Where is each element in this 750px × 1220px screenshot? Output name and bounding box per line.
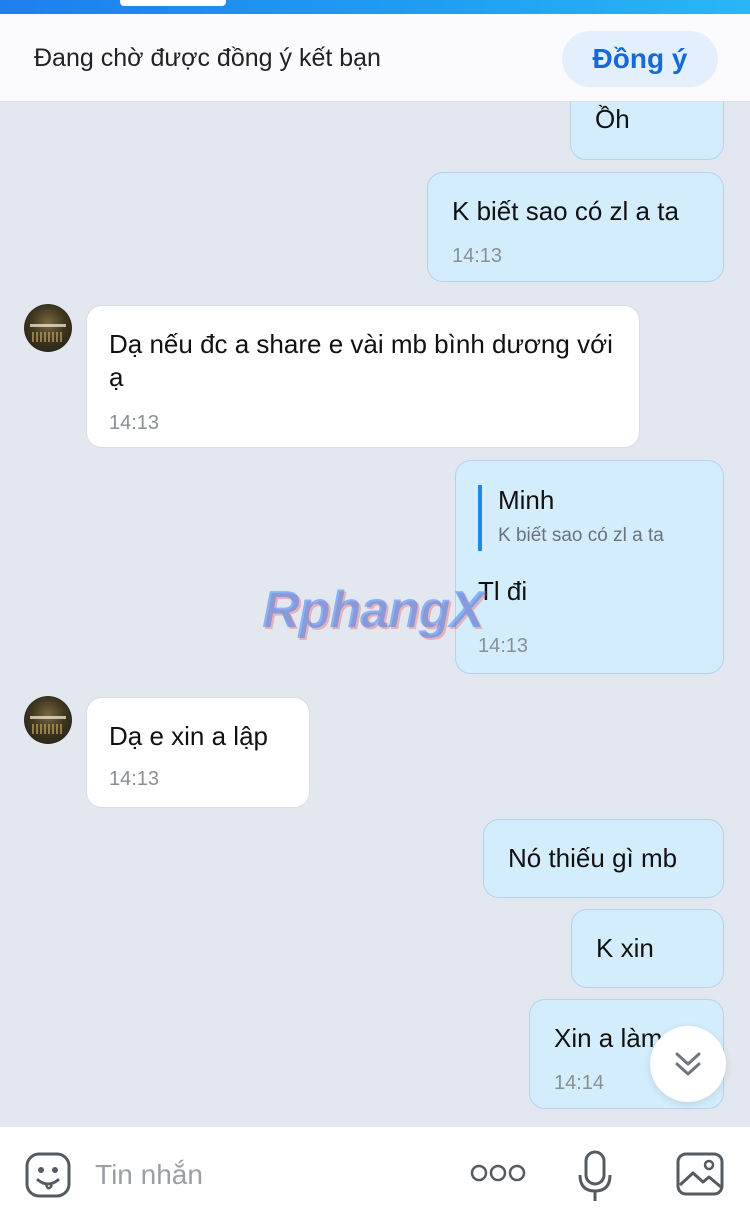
message-time: 14:13 — [452, 245, 503, 267]
contact-avatar[interactable] — [24, 696, 72, 744]
quoted-text: K biết sao có zl a ta — [498, 525, 664, 546]
message-text: Dạ e xin a lập — [109, 721, 268, 751]
image-icon[interactable] — [675, 1151, 725, 1197]
chevron-down-icon — [675, 1052, 701, 1076]
top-header-strip — [0, 0, 750, 14]
message-text: K biết sao có zl a ta — [452, 196, 679, 226]
message-text: Dạ nếu đc a share e vài mb bình dương vớ… — [109, 329, 613, 392]
message-bubble-outgoing[interactable]: Nó thiếu gì mb — [483, 819, 724, 898]
message-text: Xin a làm — [554, 1023, 663, 1053]
message-bubble-incoming[interactable]: Dạ nếu đc a share e vài mb bình dương vớ… — [86, 305, 640, 448]
message-bubble-incoming[interactable]: Dạ e xin a lập 14:13 — [86, 697, 310, 808]
message-time: 14:14 — [554, 1072, 605, 1094]
friend-request-bar: Đang chờ được đồng ý kết bạn Đồng ý — [0, 14, 750, 102]
quoted-message[interactable]: Minh K biết sao có zl a ta — [478, 485, 664, 551]
message-input[interactable]: Tin nhắn — [95, 1159, 203, 1191]
scroll-to-bottom-button[interactable] — [650, 1026, 726, 1102]
message-composer: Tin nhắn — [0, 1126, 750, 1220]
quoted-sender: Minh — [498, 485, 555, 515]
message-list[interactable]: Ồh K biết sao có zl a ta 14:13 Dạ nếu đc… — [0, 102, 750, 1126]
header-tab[interactable] — [120, 0, 226, 6]
accept-friend-button[interactable]: Đồng ý — [562, 31, 718, 87]
message-bubble-outgoing[interactable]: Minh K biết sao có zl a ta Tl đi 14:13 — [455, 460, 724, 674]
microphone-icon[interactable] — [575, 1149, 615, 1205]
message-text: Nó thiếu gì mb — [508, 843, 678, 873]
message-bubble-outgoing[interactable]: K biết sao có zl a ta 14:13 — [427, 172, 724, 282]
contact-avatar[interactable] — [24, 304, 72, 352]
more-icon[interactable] — [470, 1161, 526, 1185]
message-text: Tl đi — [478, 576, 528, 606]
message-time: 14:13 — [109, 412, 160, 434]
message-bubble-outgoing[interactable]: K xin — [571, 909, 724, 988]
message-time: 14:13 — [109, 768, 160, 790]
message-text: Ồh — [595, 104, 630, 134]
watermark: RphangX — [262, 581, 484, 639]
emoji-icon[interactable] — [24, 1151, 72, 1199]
friend-request-status: Đang chờ được đồng ý kết bạn — [34, 44, 381, 72]
message-text: K xin — [596, 933, 654, 963]
message-bubble-outgoing[interactable]: Ồh — [570, 102, 724, 160]
message-time: 14:13 — [478, 635, 529, 657]
